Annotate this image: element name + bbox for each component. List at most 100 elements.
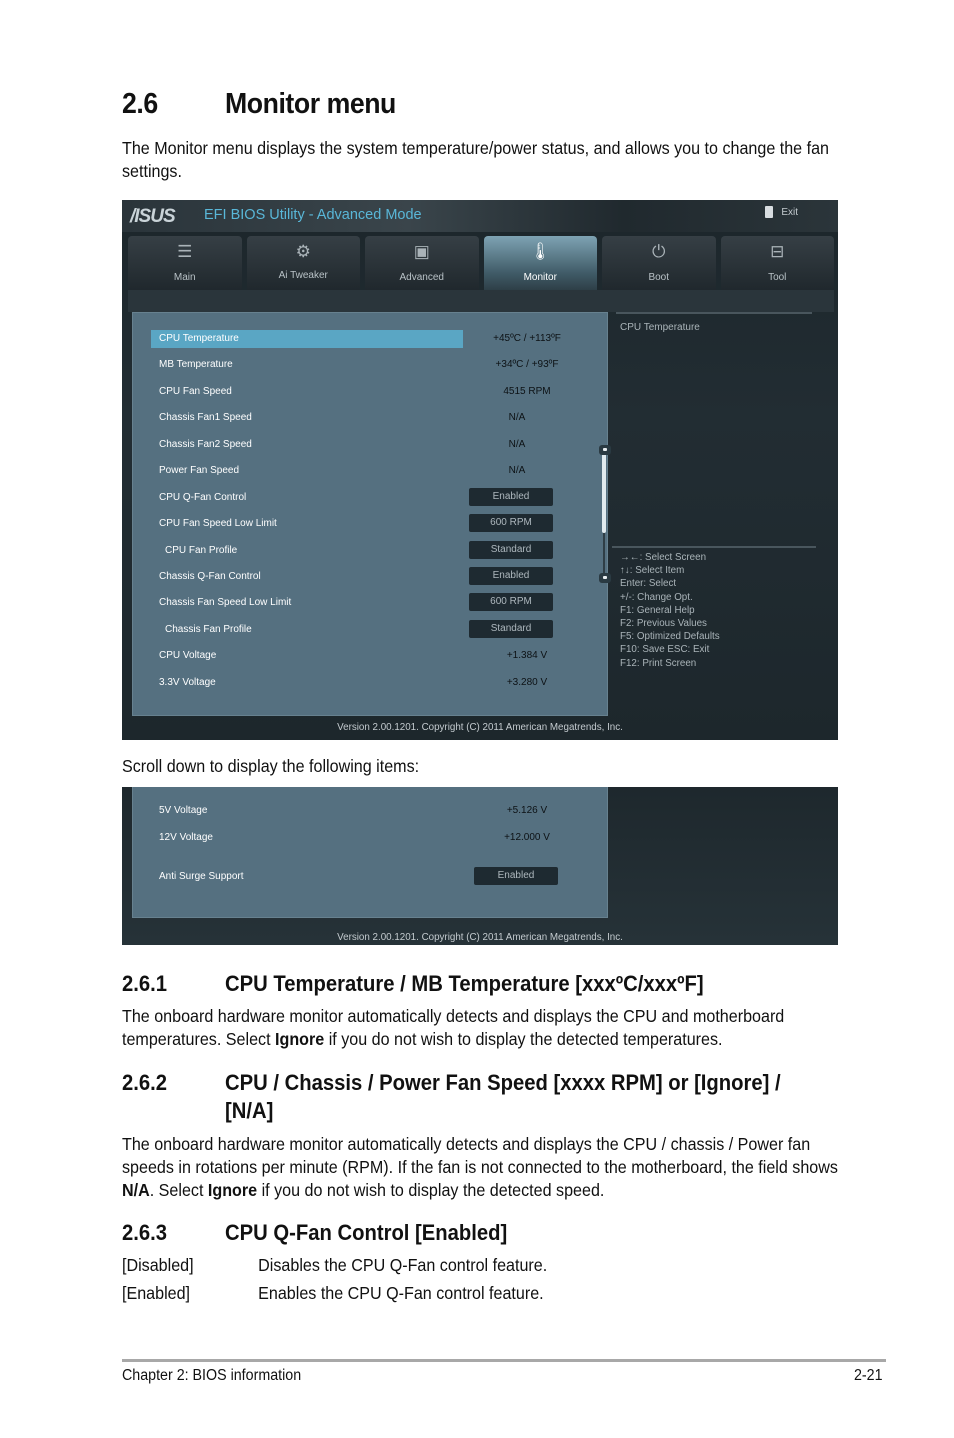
subsection-title: CPU / Chassis / Power Fan Speed [xxxx RP… <box>225 1070 781 1123</box>
item-value: N/A <box>508 412 526 423</box>
item-cpu-fan-speed[interactable]: CPU Fan Speed 4515 RPM <box>151 383 591 401</box>
item-chassis-qfan-control[interactable]: Chassis Q-Fan Control Enabled <box>151 567 591 586</box>
monitor-icon: 🌡 <box>529 242 552 261</box>
body-text: The onboard hardware monitor automatical… <box>122 1134 838 1177</box>
item-cpu-qfan-control[interactable]: CPU Q-Fan Control Enabled <box>151 488 591 507</box>
option-dropdown[interactable]: Enabled <box>474 867 558 885</box>
item-label: CPU Fan Speed <box>159 386 232 397</box>
advanced-icon: ▣ <box>413 242 430 261</box>
item-label: CPU Q-Fan Control <box>159 492 247 503</box>
tab-label: Ai Tweaker <box>278 270 328 281</box>
option-dropdown[interactable]: 600 RPM <box>469 514 553 532</box>
scroll-down-icon[interactable] <box>599 573 611 583</box>
bios-version-footer: Version 2.00.1201. Copyright (C) 2011 Am… <box>337 722 623 733</box>
bios-version-footer: Version 2.00.1201. Copyright (C) 2011 Am… <box>337 932 623 943</box>
tab-label: Advanced <box>399 272 444 283</box>
option-dropdown[interactable]: Enabled <box>469 567 553 585</box>
item-5v-voltage[interactable]: 5V Voltage +5.126 V <box>151 802 591 820</box>
option-desc: Enables the CPU Q-Fan control feature. <box>258 1283 544 1303</box>
item-cpu-fan-speed-low-limit[interactable]: CPU Fan Speed Low Limit 600 RPM <box>151 514 591 533</box>
item-label: Chassis Fan Speed Low Limit <box>159 597 292 608</box>
item-label: 5V Voltage <box>159 805 208 816</box>
key-hint: ↑↓: Select Item <box>620 565 685 577</box>
tab-advanced[interactable]: ▣ Advanced <box>365 236 479 290</box>
item-label: Anti Surge Support <box>159 871 244 882</box>
item-cpu-temperature[interactable]: CPU Temperature +45ºC / +113ºF <box>151 330 591 348</box>
body-emphasis: Ignore <box>275 1029 325 1049</box>
item-label: Chassis Fan Profile <box>165 624 252 635</box>
body-emphasis: N/A <box>122 1180 150 1200</box>
item-3v3-voltage[interactable]: 3.3V Voltage +3.280 V <box>151 674 591 692</box>
option-dropdown[interactable]: 600 RPM <box>469 593 553 611</box>
settings-panel: CPU Temperature +45ºC / +113ºF MB Tempera… <box>132 312 611 716</box>
item-value: +34ºC / +93ºF <box>495 359 559 370</box>
scrollbar[interactable] <box>599 445 611 585</box>
bios-tabs: ☰ Main ⚙ Ai Tweaker ▣ Advanced 🌡 Monitor ⏻ Bo… <box>128 236 834 290</box>
option-dropdown[interactable]: Standard <box>469 620 553 638</box>
key-hint: Enter: Select <box>620 578 677 590</box>
option-description: [Disabled] Disables the CPU Q-Fan control… <box>122 1255 547 1276</box>
tab-ai-tweaker[interactable]: ⚙ Ai Tweaker <box>246 236 360 290</box>
item-chassis-fan-speed-low-limit[interactable]: Chassis Fan Speed Low Limit 600 RPM <box>151 593 591 612</box>
item-label: 3.3V Voltage <box>159 677 216 688</box>
item-12v-voltage[interactable]: 12V Voltage +12.000 V <box>151 829 591 847</box>
option-dropdown[interactable]: Standard <box>469 541 553 559</box>
key-hint: F10: Save ESC: Exit <box>620 644 710 656</box>
item-label: MB Temperature <box>159 359 233 370</box>
key-hint: →←: Select Screen <box>620 552 707 563</box>
help-text: CPU Temperature <box>620 322 700 333</box>
exit-button[interactable]: Exit <box>765 206 798 218</box>
item-chassis-fan-profile[interactable]: Chassis Fan Profile Standard <box>151 620 591 639</box>
item-value: 4515 RPM <box>503 386 551 397</box>
list-icon: ☰ <box>177 242 193 261</box>
item-power-fan-speed[interactable]: Power Fan Speed N/A <box>151 462 591 480</box>
item-cpu-voltage[interactable]: CPU Voltage +1.384 V <box>151 647 591 665</box>
item-label: CPU Temperature <box>159 333 239 344</box>
item-label: Power Fan Speed <box>159 465 240 476</box>
tab-label: Monitor <box>523 272 557 283</box>
tab-subbar <box>128 290 834 312</box>
body-text: if you do not wish to display the detect… <box>257 1180 605 1200</box>
item-value: +45ºC / +113ºF <box>493 333 561 344</box>
asus-logo: /ISUS <box>130 206 176 227</box>
item-label: CPU Voltage <box>159 650 217 661</box>
tab-tool[interactable]: ⊟ Tool <box>720 236 834 290</box>
scroll-note: Scroll down to display the following ite… <box>122 756 420 776</box>
option-key: [Enabled] <box>122 1283 191 1303</box>
section-heading: 2.6 Monitor menu <box>122 88 396 121</box>
subsection-title: CPU Temperature / MB Temperature [xxxºC/… <box>225 971 704 996</box>
bios-window: /ISUS EFI BIOS Utility - Advanced Mode E… <box>122 200 838 740</box>
tweaker-icon: ⚙ <box>295 242 311 261</box>
section-title: Monitor menu <box>225 88 396 120</box>
option-dropdown[interactable]: Enabled <box>469 488 553 506</box>
option-desc: Disables the CPU Q-Fan control feature. <box>258 1255 548 1275</box>
item-label: CPU Fan Profile <box>165 545 238 556</box>
body-emphasis: Ignore <box>207 1180 258 1200</box>
option-key: [Disabled] <box>122 1255 194 1275</box>
item-label: Chassis Fan2 Speed <box>159 439 252 450</box>
scrollbar-thumb[interactable] <box>602 451 606 533</box>
keys-divider <box>612 546 816 548</box>
tab-boot[interactable]: ⏻ Boot <box>602 236 716 290</box>
scroll-up-icon[interactable] <box>599 445 611 455</box>
section-intro: The Monitor menu displays the system tem… <box>122 138 829 181</box>
exit-label: Exit <box>781 206 798 218</box>
bios-window-scrolled: 5V Voltage +5.126 V 12V Voltage +12.000 V … <box>122 787 838 945</box>
tab-main[interactable]: ☰ Main <box>128 236 242 290</box>
settings-panel-scrolled: 5V Voltage +5.126 V 12V Voltage +12.000 V … <box>132 787 608 918</box>
item-value: +3.280 V <box>506 677 548 688</box>
item-value: +1.384 V <box>506 650 548 661</box>
item-chassis-fan2-speed[interactable]: Chassis Fan2 Speed N/A <box>151 436 591 454</box>
key-hint: +/-: Change Opt. <box>620 591 693 603</box>
item-anti-surge-support[interactable]: Anti Surge Support Enabled <box>151 867 591 886</box>
chapter-label: Chapter 2: BIOS information <box>122 1367 302 1384</box>
item-value: N/A <box>508 465 526 476</box>
tab-monitor[interactable]: 🌡 Monitor <box>483 236 597 290</box>
item-chassis-fan1-speed[interactable]: Chassis Fan1 Speed N/A <box>151 409 591 427</box>
body-text: if you do not wish to display the detect… <box>324 1029 723 1049</box>
item-cpu-fan-profile[interactable]: CPU Fan Profile Standard <box>151 541 591 560</box>
item-mb-temperature[interactable]: MB Temperature +34ºC / +93ºF <box>151 356 591 374</box>
key-legend: →←: Select Screen ↑↓: Select Item Enter:… <box>612 546 830 670</box>
tab-label: Main <box>173 272 196 283</box>
key-hint: F12: Print Screen <box>620 657 697 669</box>
